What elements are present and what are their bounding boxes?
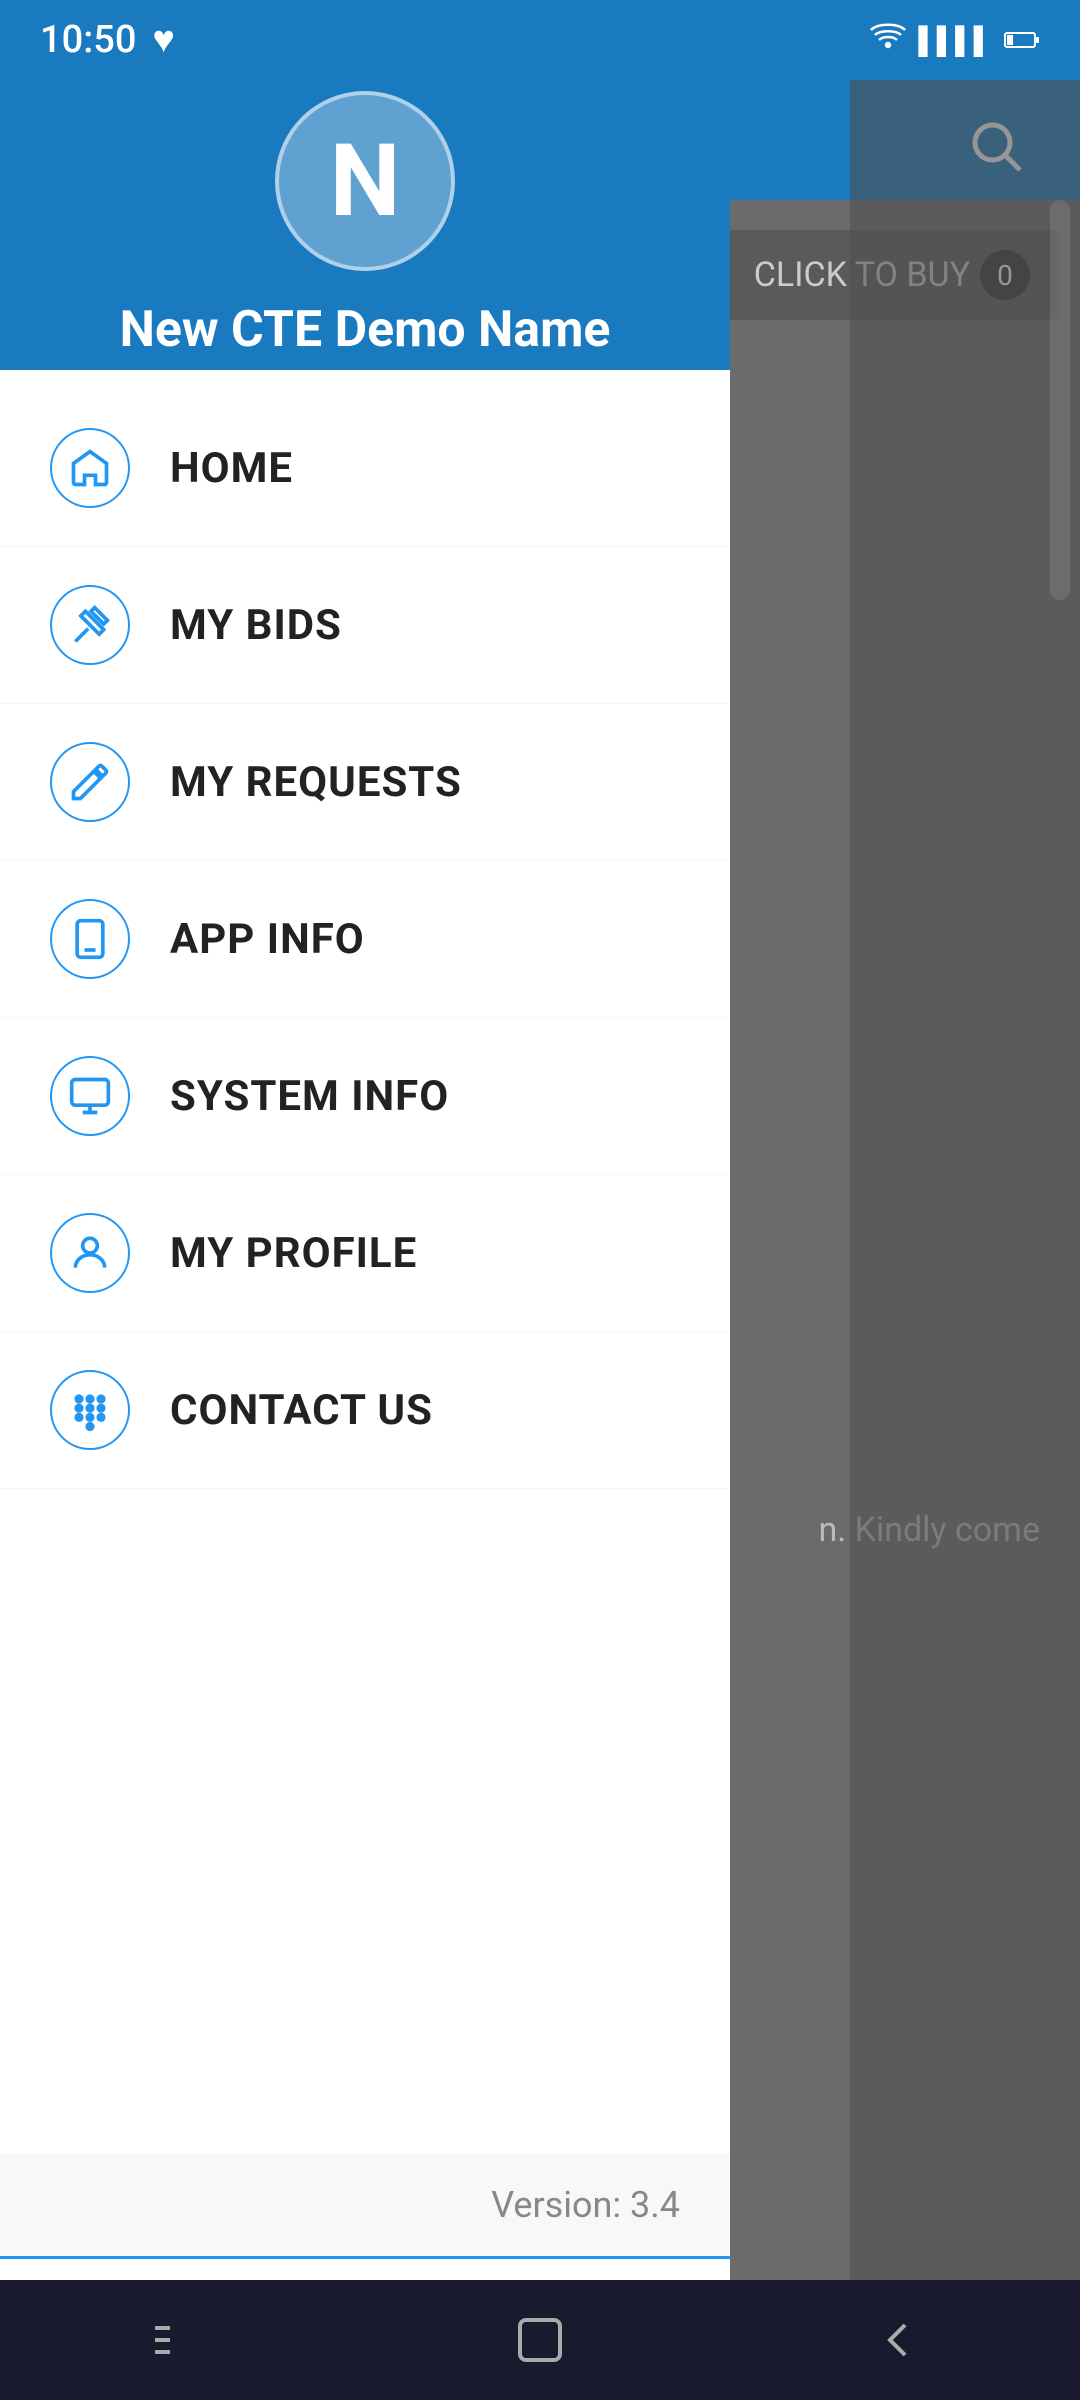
menu-item-my-requests[interactable]: MY REQUESTS bbox=[0, 704, 730, 861]
menu-label-my-bids: MY BIDS bbox=[170, 601, 342, 650]
gavel-icon-circle bbox=[50, 585, 130, 665]
status-bar-right: ▌▌▌▌ bbox=[870, 22, 1040, 58]
dialpad-icon-circle bbox=[50, 1370, 130, 1450]
edit-icon-circle bbox=[50, 742, 130, 822]
nav-home-button[interactable] bbox=[480, 2300, 600, 2380]
heart-icon: ♥ bbox=[152, 18, 175, 62]
menu-item-system-info[interactable]: SYSTEM INFO bbox=[0, 1018, 730, 1175]
menu-item-my-bids[interactable]: MY BIDS bbox=[0, 547, 730, 704]
menu-item-home[interactable]: HOME bbox=[0, 390, 730, 547]
menu-item-my-profile[interactable]: MY PROFILE bbox=[0, 1175, 730, 1332]
navigation-drawer: N New CTE Demo Name HOME MY BIDS bbox=[0, 0, 730, 2400]
phone-icon-circle bbox=[50, 899, 130, 979]
wifi-icon bbox=[870, 22, 906, 58]
home-icon-circle bbox=[50, 428, 130, 508]
battery-icon bbox=[1004, 23, 1040, 58]
drawer-menu: HOME MY BIDS MY REQUESTS bbox=[0, 370, 730, 2154]
menu-label-system-info: SYSTEM INFO bbox=[170, 1072, 449, 1121]
signal-icon: ▌▌▌▌ bbox=[918, 25, 992, 56]
monitor-icon-circle bbox=[50, 1056, 130, 1136]
menu-item-app-info[interactable]: APP INFO bbox=[0, 861, 730, 1018]
menu-label-app-info: APP INFO bbox=[170, 915, 365, 964]
menu-item-contact-us[interactable]: CONTACT US bbox=[0, 1332, 730, 1489]
bottom-nav-bar bbox=[0, 2280, 1080, 2400]
drawer-overlay[interactable] bbox=[850, 0, 1080, 2400]
avatar: N bbox=[275, 91, 455, 271]
menu-label-my-requests: MY REQUESTS bbox=[170, 758, 462, 807]
nav-menu-button[interactable] bbox=[120, 2300, 240, 2380]
status-bar: 10:50 ♥ ▌▌▌▌ bbox=[0, 0, 1080, 80]
nav-back-button[interactable] bbox=[840, 2300, 960, 2380]
status-bar-left: 10:50 ♥ bbox=[40, 18, 175, 62]
user-name: New CTE Demo Name bbox=[120, 301, 611, 359]
time-display: 10:50 bbox=[40, 18, 136, 62]
menu-label-contact-us: CONTACT US bbox=[170, 1386, 433, 1435]
menu-label-home: HOME bbox=[170, 444, 293, 493]
person-icon-circle bbox=[50, 1213, 130, 1293]
menu-label-my-profile: MY PROFILE bbox=[170, 1229, 417, 1278]
avatar-letter: N bbox=[330, 123, 401, 240]
version-text: Version: 3.4 bbox=[0, 2154, 730, 2256]
